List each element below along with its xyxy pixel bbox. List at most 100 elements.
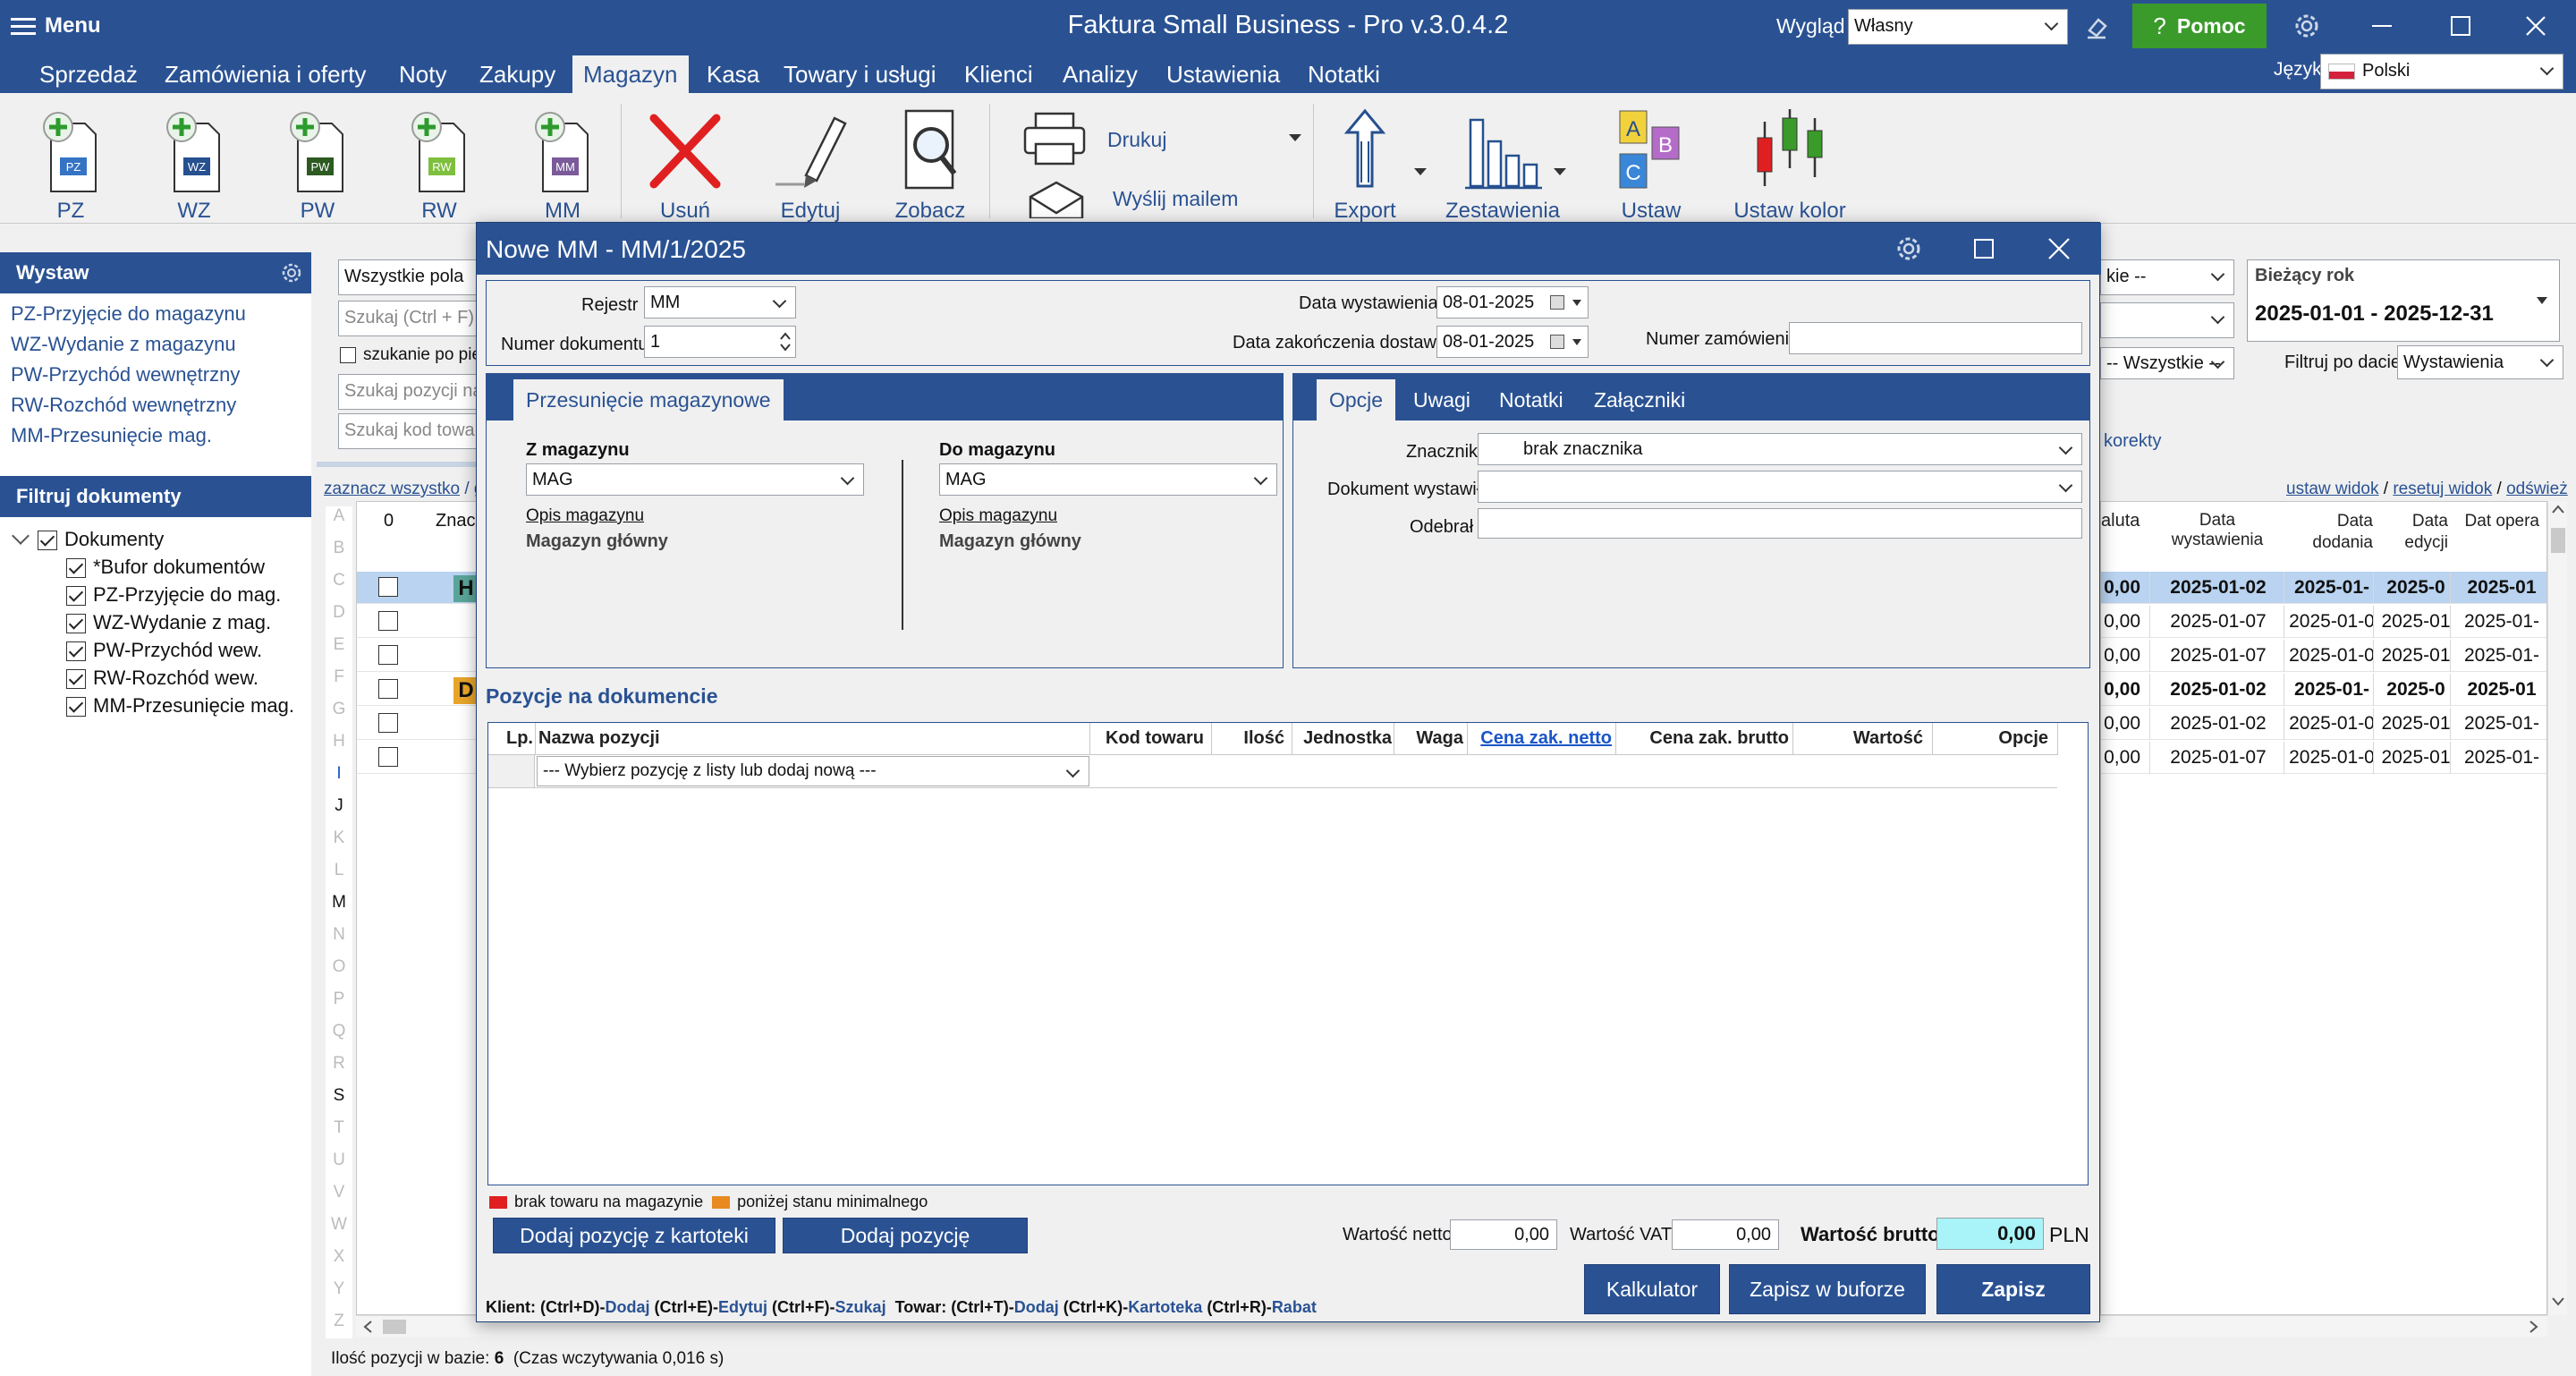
menu-zakupy[interactable]: Zakupy bbox=[474, 55, 561, 93]
tree-checkbox[interactable] bbox=[66, 669, 86, 690]
scroll-left-icon[interactable] bbox=[363, 1321, 372, 1333]
alphabet-letter[interactable]: J bbox=[326, 796, 352, 816]
search-code-input[interactable]: Szukaj kod towar bbox=[338, 413, 481, 449]
wystaw-item-pz[interactable]: PZ-Przyjęcie do magazynu bbox=[11, 302, 246, 326]
alphabet-letter[interactable]: D bbox=[326, 603, 352, 623]
tab-uwagi[interactable]: Uwagi bbox=[1413, 379, 1470, 420]
tab-opcje[interactable]: Opcje bbox=[1317, 379, 1396, 420]
add-position-button[interactable]: Dodaj pozycję bbox=[783, 1218, 1028, 1253]
tree-checkbox[interactable] bbox=[66, 614, 86, 634]
menu-analizy[interactable]: Analizy bbox=[1057, 55, 1143, 93]
z-magazynu-select[interactable]: MAG bbox=[526, 463, 864, 496]
filter-date-select[interactable]: Wystawienia bbox=[2397, 345, 2563, 379]
menu-notatki[interactable]: Notatki bbox=[1302, 55, 1385, 93]
tree-checkbox[interactable] bbox=[66, 697, 86, 718]
zobacz-button[interactable]: Zobacz bbox=[886, 100, 975, 223]
save-button[interactable]: Zapisz bbox=[1936, 1264, 2090, 1314]
tree-item-pz[interactable]: PZ-Przyjęcie do mag. bbox=[66, 582, 281, 608]
tree-checkbox[interactable] bbox=[66, 586, 86, 607]
table-row[interactable]: 0,00 2025-01-02 2025-01- 2025-0 2025-01 bbox=[2101, 572, 2546, 604]
scroll-down-icon[interactable] bbox=[2552, 1297, 2564, 1306]
tree-item-mm[interactable]: MM-Przesunięcie mag. bbox=[66, 692, 294, 719]
row-checkbox[interactable] bbox=[378, 679, 398, 699]
menu-magazyn[interactable]: Magazyn bbox=[572, 55, 689, 93]
calendar-icon[interactable] bbox=[1550, 335, 1564, 349]
date-dropdown-icon[interactable] bbox=[1572, 338, 1582, 346]
table-row[interactable] bbox=[357, 572, 479, 604]
date-range-dropdown-icon[interactable] bbox=[2536, 296, 2548, 305]
pz-button[interactable]: PZ PZ bbox=[30, 100, 111, 223]
select-all-link[interactable]: zaznacz wszystko bbox=[324, 480, 460, 498]
vertical-scrollbar[interactable] bbox=[2547, 501, 2567, 1315]
usun-button[interactable]: Usuń bbox=[640, 100, 730, 223]
wystaw-item-mm[interactable]: MM-Przesunięcie mag. bbox=[11, 424, 212, 447]
menu-noty[interactable]: Noty bbox=[394, 55, 452, 93]
tree-root-checkbox[interactable] bbox=[38, 531, 57, 551]
numer-zamowienia-input[interactable] bbox=[1789, 322, 2082, 354]
reset-view-link[interactable]: resetuj widok bbox=[2393, 480, 2492, 498]
gear-icon[interactable] bbox=[2292, 11, 2322, 41]
menu-klienci[interactable]: Klienci bbox=[959, 55, 1038, 93]
table-row[interactable] bbox=[357, 606, 479, 638]
menu-sprzedaz[interactable]: Sprzedaż bbox=[34, 55, 143, 93]
alphabet-letter[interactable]: Q bbox=[326, 1022, 352, 1041]
search-mode-option[interactable]: szukanie po pie bbox=[340, 342, 481, 369]
export-button[interactable]: Export bbox=[1320, 100, 1410, 223]
rw-button[interactable]: RW RW bbox=[399, 100, 479, 223]
language-select[interactable]: Polski bbox=[2320, 54, 2563, 89]
alphabet-letter[interactable]: Z bbox=[326, 1312, 352, 1331]
tree-item-bufor[interactable]: *Bufor dokumentów bbox=[66, 554, 265, 581]
stepper-icon[interactable] bbox=[779, 330, 792, 353]
table-row[interactable] bbox=[357, 674, 479, 706]
transfer-tab[interactable]: Przesunięcie magazynowe bbox=[513, 379, 784, 420]
data-zakonczenia-input[interactable]: 08-01-2025 bbox=[1436, 326, 1589, 358]
wz-button[interactable]: WZ WZ bbox=[154, 100, 234, 223]
row-checkbox[interactable] bbox=[378, 713, 398, 733]
mm-button[interactable]: MM MM bbox=[522, 100, 603, 223]
set-view-link[interactable]: ustaw widok bbox=[2286, 480, 2379, 498]
alphabet-letter[interactable]: V bbox=[326, 1183, 352, 1202]
alphabet-letter[interactable]: L bbox=[326, 861, 352, 880]
alphabet-letter[interactable]: S bbox=[326, 1086, 352, 1106]
ustaw-kolor-button[interactable]: Ustaw kolor bbox=[1732, 100, 1848, 223]
hscroll-thumb[interactable] bbox=[383, 1320, 406, 1334]
alphabet-letter[interactable]: T bbox=[326, 1118, 352, 1138]
wystaw-settings-icon[interactable] bbox=[279, 260, 304, 285]
close-icon[interactable] bbox=[2522, 13, 2549, 39]
scroll-up-icon[interactable] bbox=[2552, 505, 2564, 514]
menu-ustawienia[interactable]: Ustawienia bbox=[1161, 55, 1285, 93]
tree-item-pw[interactable]: PW-Przychód wew. bbox=[66, 637, 262, 664]
alphabet-letter[interactable]: O bbox=[326, 957, 352, 977]
alphabet-letter[interactable]: X bbox=[326, 1247, 352, 1267]
alphabet-letter[interactable]: W bbox=[326, 1215, 352, 1235]
dialog-close-icon[interactable] bbox=[2046, 235, 2072, 262]
tab-zalaczniki[interactable]: Załączniki bbox=[1594, 379, 1685, 420]
tree-item-rw[interactable]: RW-Rozchód wew. bbox=[66, 665, 258, 692]
alphabet-letter[interactable]: F bbox=[326, 667, 352, 687]
alphabet-letter[interactable]: H bbox=[326, 732, 352, 752]
table-row[interactable]: 0,00 2025-01-07 2025-01-0 2025-01 2025-01- bbox=[2101, 606, 2546, 638]
export-dropdown-icon[interactable] bbox=[1413, 166, 1428, 177]
table-row[interactable] bbox=[357, 742, 479, 774]
zestawienia-dropdown-icon[interactable] bbox=[1553, 166, 1567, 177]
znacznik-select[interactable]: brak znacznika bbox=[1478, 433, 2082, 465]
filter-select-2[interactable] bbox=[2100, 302, 2234, 338]
alphabet-letter[interactable]: M bbox=[326, 893, 352, 913]
eraser-icon[interactable] bbox=[2084, 14, 2109, 39]
alphabet-letter[interactable]: N bbox=[326, 925, 352, 945]
alphabet-letter[interactable]: G bbox=[326, 700, 352, 719]
menu-zamowienia[interactable]: Zamówienia i oferty bbox=[159, 55, 371, 93]
alphabet-letter[interactable]: C bbox=[326, 571, 352, 590]
alphabet-letter[interactable]: R bbox=[326, 1054, 352, 1074]
odebral-input[interactable] bbox=[1478, 508, 2082, 539]
do-magazynu-select[interactable]: MAG bbox=[939, 463, 1277, 496]
alphabet-letter[interactable]: A bbox=[326, 506, 352, 526]
wyglad-select[interactable]: Własny bbox=[1848, 9, 2068, 45]
wystaw-item-pw[interactable]: PW-Przychód wewnętrzny bbox=[11, 363, 240, 386]
dialog-gear-icon[interactable] bbox=[1894, 234, 1924, 264]
add-from-catalog-button[interactable]: Dodaj pozycję z kartoteki bbox=[493, 1218, 775, 1253]
search-position-input[interactable]: Szukaj pozycji na bbox=[338, 374, 481, 410]
calendar-icon[interactable] bbox=[1550, 295, 1564, 310]
alphabet-letter[interactable]: K bbox=[326, 828, 352, 848]
date-dropdown-icon[interactable] bbox=[1572, 299, 1582, 307]
